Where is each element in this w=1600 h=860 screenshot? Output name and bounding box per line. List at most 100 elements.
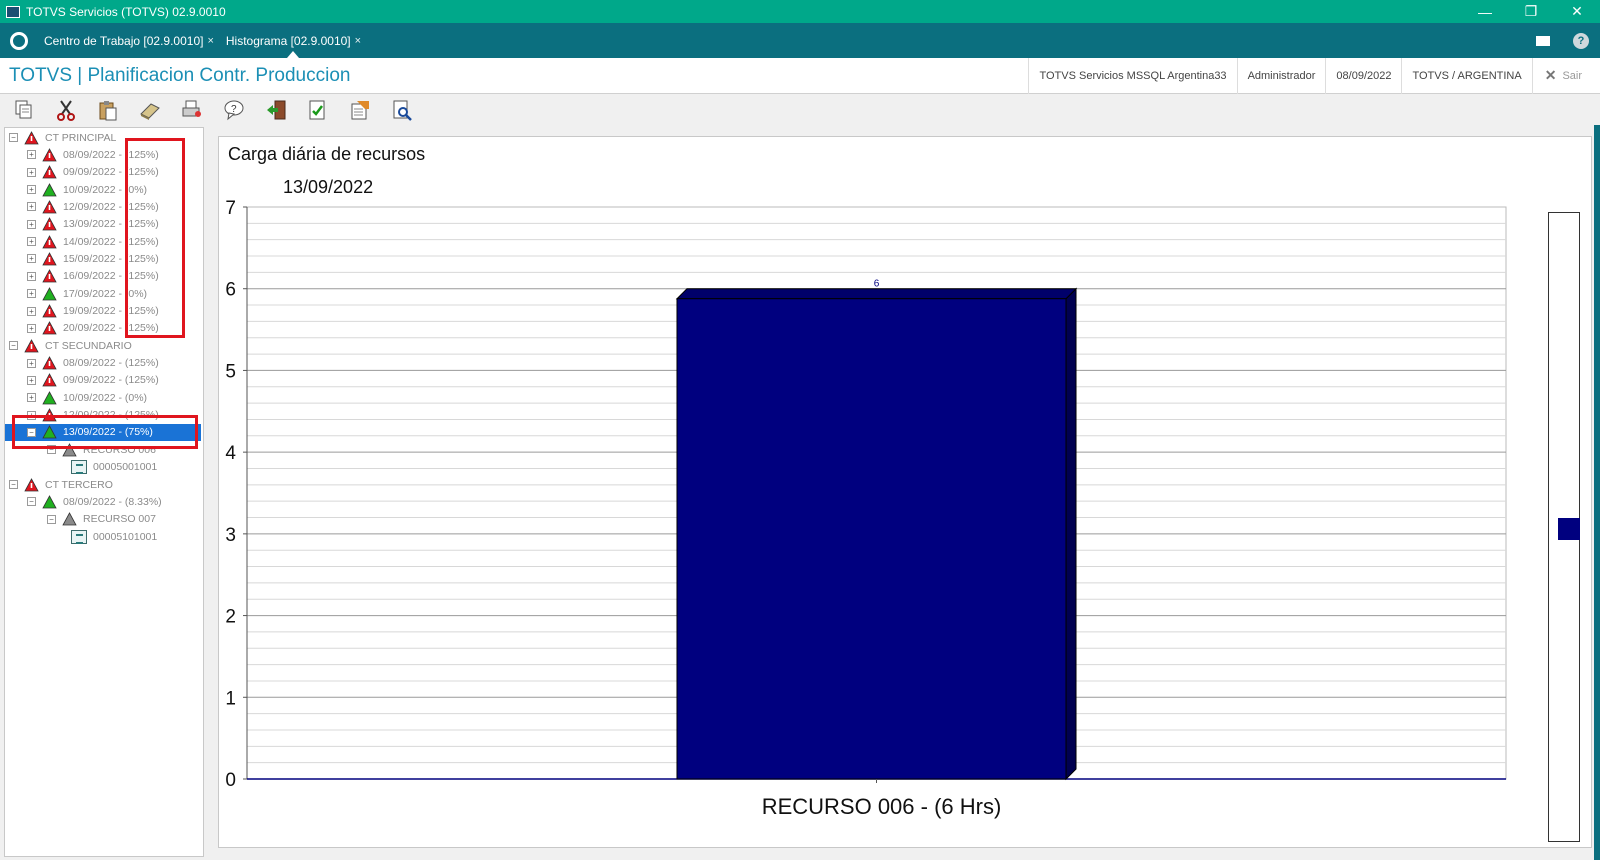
- tree-node-label: 00005001001: [93, 461, 158, 474]
- search-preview-icon[interactable]: [390, 98, 414, 122]
- expand-icon[interactable]: +: [27, 323, 36, 333]
- expand-icon[interactable]: +: [27, 306, 36, 316]
- mail-icon[interactable]: [1524, 23, 1562, 58]
- alert-triangle-icon: [42, 252, 57, 266]
- tree-date-node[interactable]: +12/09/2022 - (125%): [27, 407, 159, 424]
- tree-date-node[interactable]: +15/09/2022 - (125%): [27, 250, 159, 267]
- bar-top: [675, 288, 1078, 300]
- tree-date-node[interactable]: +09/09/2022 - (125%): [27, 164, 159, 181]
- page-title: TOTVS | Planificacion Contr. Produccion: [9, 64, 351, 86]
- expand-icon[interactable]: +: [27, 375, 36, 385]
- tree-node-label: CT PRINCIPAL: [45, 131, 117, 144]
- tab-centro-de-trabajo[interactable]: Centro de Trabajo [02.9.0010] ×: [38, 23, 220, 58]
- collapse-icon[interactable]: −: [47, 514, 56, 524]
- tree-node-label: 08/09/2022 - (125%): [63, 357, 159, 370]
- confirm-document-icon[interactable]: [306, 98, 330, 122]
- expand-icon[interactable]: +: [27, 254, 36, 264]
- toolbar: ?: [0, 95, 1600, 125]
- expand-icon[interactable]: +: [27, 271, 36, 281]
- tab-close-icon[interactable]: ×: [207, 35, 213, 47]
- data-label: 6: [874, 279, 880, 290]
- exit-door-icon[interactable]: [264, 98, 288, 122]
- collapse-icon[interactable]: −: [27, 497, 36, 507]
- expand-icon[interactable]: +: [27, 185, 36, 195]
- expand-icon[interactable]: +: [27, 150, 36, 160]
- page-header: TOTVS | Planificacion Contr. Produccion …: [0, 57, 1600, 94]
- tab-histograma[interactable]: Histograma [02.9.0010] ×: [220, 23, 367, 58]
- expand-icon[interactable]: +: [27, 202, 36, 212]
- tree-node-label: 17/09/2022 - (0%): [63, 287, 148, 300]
- minimize-button[interactable]: —: [1462, 4, 1508, 20]
- company-info: TOTVS / ARGENTINA: [1401, 57, 1531, 94]
- tree-date-node[interactable]: +13/09/2022 - (125%): [27, 216, 159, 233]
- print-icon[interactable]: [180, 98, 204, 122]
- expand-icon[interactable]: +: [27, 393, 36, 403]
- collapse-icon[interactable]: −: [27, 427, 36, 437]
- home-icon[interactable]: [0, 23, 38, 58]
- production-order-icon: [71, 529, 87, 544]
- alert-triangle-icon: [42, 217, 57, 231]
- tree-date-node[interactable]: +14/09/2022 - (125%): [27, 233, 159, 250]
- tab-close-icon[interactable]: ×: [355, 35, 361, 47]
- paste-icon[interactable]: [96, 98, 120, 122]
- tree-resource[interactable]: − RECURSO 007: [47, 511, 156, 528]
- tree-node-label: 13/09/2022 - (75%): [63, 426, 153, 439]
- production-order-icon: [71, 460, 87, 475]
- tree-group[interactable]: − CT PRINCIPAL: [9, 129, 116, 146]
- expand-icon[interactable]: +: [27, 358, 36, 368]
- expand-icon[interactable]: +: [27, 410, 36, 420]
- alert-triangle-icon: [42, 200, 57, 214]
- tree-date-node[interactable]: − 08/09/2022 - (8.33%): [27, 493, 162, 510]
- help-icon[interactable]: ?: [1562, 23, 1600, 58]
- expand-icon[interactable]: +: [27, 219, 36, 229]
- y-tick-label: 3: [225, 525, 236, 546]
- tree-date-node[interactable]: +16/09/2022 - (125%): [27, 268, 159, 285]
- tree-date-node[interactable]: +08/09/2022 - (125%): [27, 146, 159, 163]
- alert-triangle-icon: [24, 338, 39, 353]
- collapse-icon[interactable]: −: [9, 133, 18, 142]
- tree-node-label: 15/09/2022 - (125%): [63, 252, 159, 265]
- ok-triangle-icon: [42, 182, 57, 196]
- tree-node-label: RECURSO 007: [83, 513, 156, 526]
- collapse-icon[interactable]: −: [47, 445, 56, 455]
- tree-order[interactable]: 00005001001: [71, 459, 157, 476]
- tree-group[interactable]: − CT TERCERO: [9, 476, 113, 493]
- tree-date-node[interactable]: +08/09/2022 - (125%): [27, 355, 159, 372]
- expand-icon[interactable]: +: [27, 289, 36, 299]
- tree-resource[interactable]: − RECURSO 006: [47, 441, 156, 458]
- tree-date-node[interactable]: +20/09/2022 - (125%): [27, 320, 159, 337]
- server-info: TOTVS Servicios MSSQL Argentina33: [1028, 57, 1236, 94]
- restore-button[interactable]: ❐: [1508, 3, 1554, 20]
- tree-date-node[interactable]: +17/09/2022 - (0%): [27, 285, 147, 302]
- tree-date-node[interactable]: +09/09/2022 - (125%): [27, 372, 159, 389]
- ok-triangle-icon: [42, 495, 57, 509]
- collapse-icon[interactable]: −: [9, 480, 18, 489]
- resource-tree[interactable]: − CT PRINCIPAL +08/09/2022 - (125%) +09/09/…: [4, 127, 204, 857]
- ok-triangle-icon: [42, 286, 57, 301]
- copy-icon[interactable]: [12, 98, 36, 122]
- cut-icon[interactable]: [54, 98, 78, 122]
- exit-button[interactable]: ✕ Sair: [1531, 57, 1600, 94]
- expand-icon[interactable]: +: [27, 237, 36, 247]
- tree-date-node[interactable]: − 13/09/2022 - (75%): [5, 423, 201, 441]
- notes-icon[interactable]: [348, 98, 372, 122]
- collapse-icon[interactable]: −: [9, 341, 18, 351]
- tree-node-label: 09/09/2022 - (125%): [63, 374, 159, 387]
- tree-date-node[interactable]: +10/09/2022 - (0%): [27, 181, 147, 198]
- tree-group[interactable]: − CT SECUNDARIO: [9, 337, 132, 354]
- tree-date-node[interactable]: +12/09/2022 - (125%): [27, 198, 159, 215]
- tree-node-label: 13/09/2022 - (125%): [63, 218, 159, 231]
- close-button[interactable]: ✕: [1554, 3, 1600, 20]
- expand-icon[interactable]: +: [27, 167, 36, 177]
- tree-date-node[interactable]: +19/09/2022 - (125%): [27, 303, 159, 320]
- eraser-icon[interactable]: [138, 98, 162, 122]
- bar: [676, 298, 1067, 780]
- y-tick-label: 5: [225, 361, 236, 382]
- ok-triangle-icon: [42, 390, 57, 405]
- tree-date-node[interactable]: +10/09/2022 - (0%): [27, 389, 147, 406]
- chart-title: Carga diária de recursos: [228, 144, 426, 164]
- help-icon[interactable]: ?: [222, 98, 246, 122]
- tree-node-label: 16/09/2022 - (125%): [63, 270, 159, 283]
- chart-canvas: 0 1 2 3 4 5 6 7 6 RECURSO 006 - (6 Hrs): [225, 198, 1507, 819]
- tree-order[interactable]: 00005101001: [71, 528, 157, 545]
